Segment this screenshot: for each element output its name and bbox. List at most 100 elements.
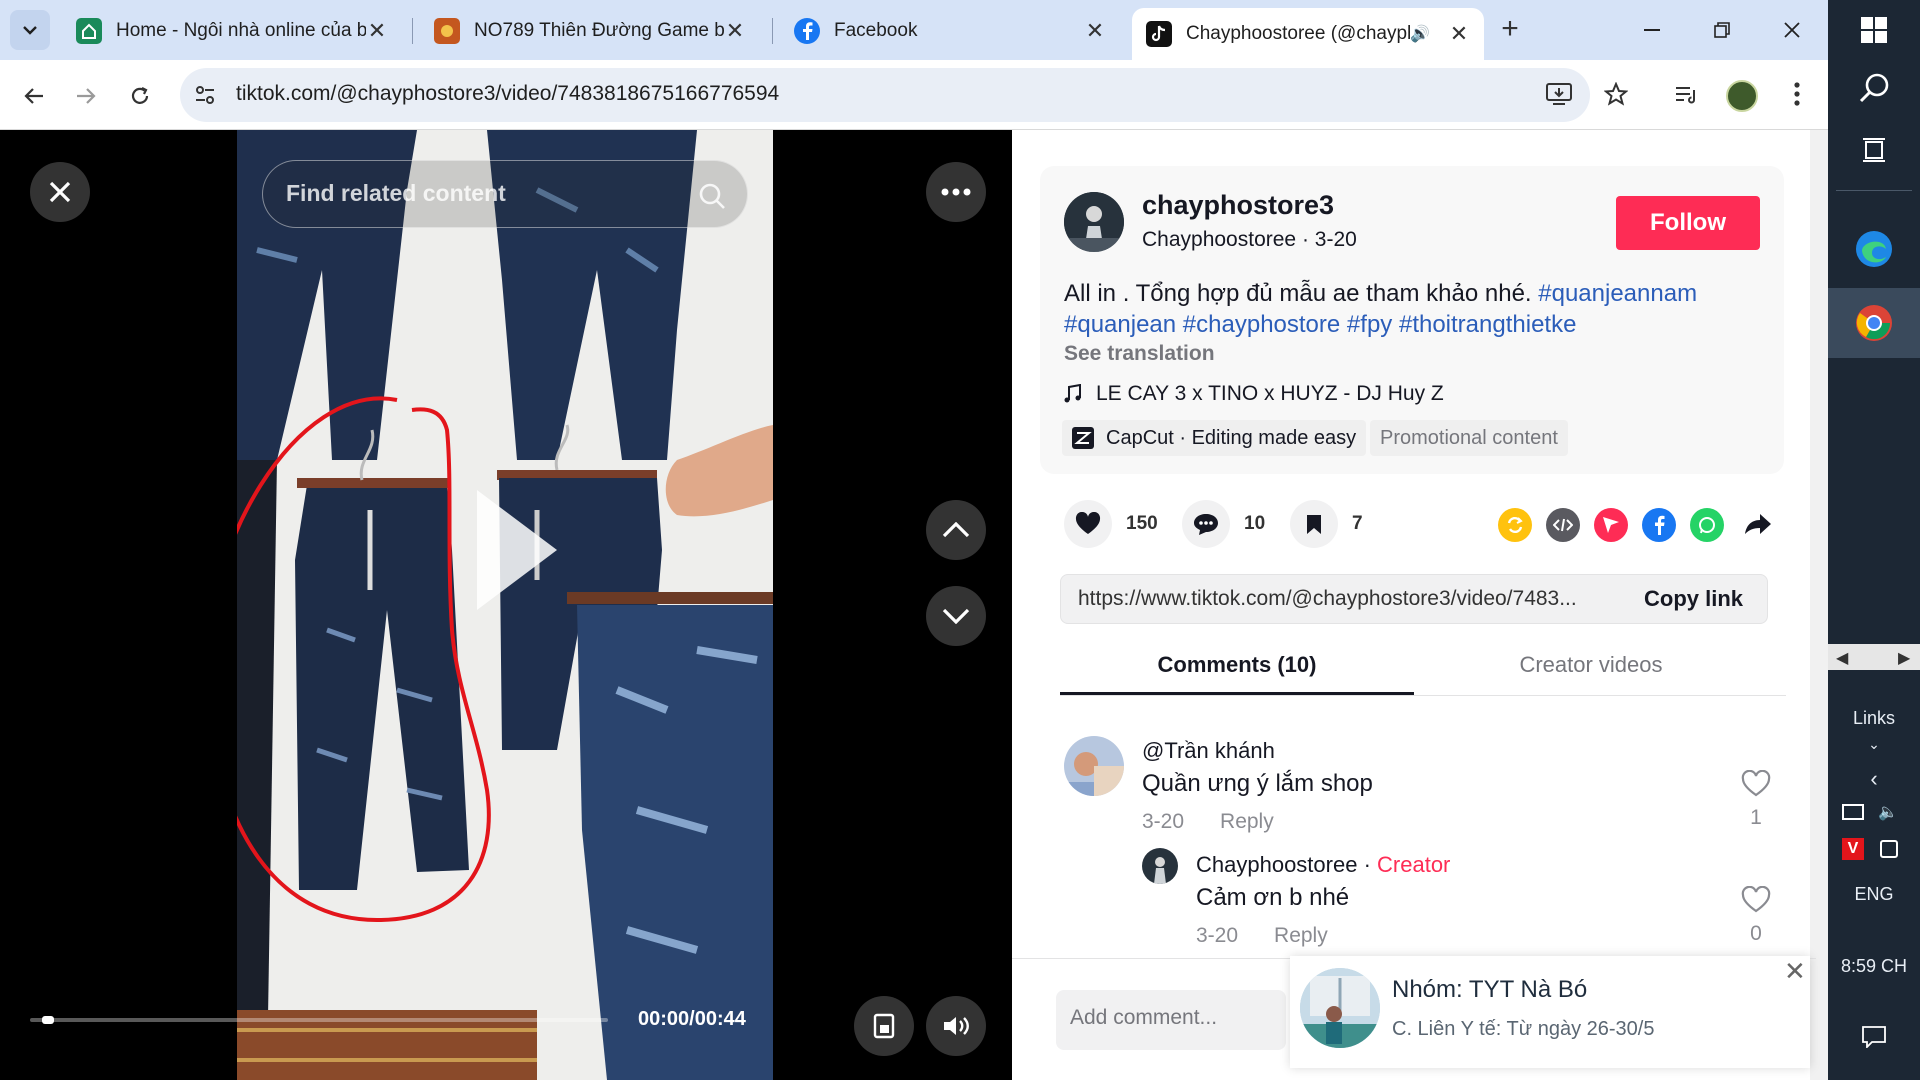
camera-tray-icon[interactable] — [1880, 840, 1898, 858]
comment-bubble-icon[interactable] — [1182, 500, 1230, 548]
comment-author[interactable]: @Trần khánh — [1142, 738, 1275, 764]
menu-kebab-icon[interactable] — [1794, 82, 1800, 106]
close-tab-icon[interactable]: ✕ — [366, 18, 388, 44]
commenter-avatar[interactable] — [1064, 736, 1124, 796]
previous-video-button[interactable] — [926, 500, 986, 560]
panel-scrollbar[interactable] — [1810, 130, 1828, 1080]
arrow-left-icon — [24, 88, 43, 104]
reload-button[interactable] — [118, 74, 162, 118]
chrome-icon[interactable] — [1828, 298, 1920, 348]
close-tab-icon[interactable]: ✕ — [1448, 21, 1470, 47]
close-tab-icon[interactable]: ✕ — [724, 18, 746, 44]
embed-code-icon[interactable] — [1546, 508, 1580, 542]
more-options-button[interactable] — [926, 162, 986, 222]
heart-outline-icon[interactable] — [1741, 886, 1771, 914]
task-view-icon[interactable] — [1828, 132, 1920, 168]
tab-search-button[interactable] — [10, 10, 50, 50]
floating-player-button[interactable] — [854, 996, 914, 1056]
close-window-button[interactable] — [1762, 8, 1822, 52]
notification-center-icon[interactable] — [1828, 1020, 1920, 1054]
see-translation-link[interactable]: See translation — [1064, 342, 1215, 366]
new-tab-button[interactable]: + — [1492, 12, 1528, 48]
notification-close-icon[interactable]: ✕ — [1784, 956, 1806, 987]
tab-creator-videos[interactable]: Creator videos — [1414, 652, 1768, 678]
next-video-button[interactable] — [926, 586, 986, 646]
video-progress-bar[interactable] — [30, 1018, 608, 1022]
like-action[interactable]: 150 — [1064, 500, 1158, 548]
facebook-share-icon[interactable] — [1642, 508, 1676, 542]
minimize-button[interactable] — [1622, 8, 1682, 52]
url-text[interactable]: tiktok.com/@chayphostore3/video/74838186… — [236, 82, 779, 106]
music-info[interactable]: LE CAY 3 x TINO x HUYZ - DJ Huy Z — [1064, 382, 1444, 406]
follow-button[interactable]: Follow — [1616, 196, 1760, 250]
windows-start-icon[interactable] — [1828, 12, 1920, 48]
reply-author-line: Chayphoostoree · Creator — [1196, 852, 1450, 878]
audio-playing-icon[interactable]: 🔊 — [1410, 24, 1430, 44]
reply-author[interactable]: Chayphoostoree — [1196, 852, 1357, 877]
tab-tiktok-active[interactable]: Chayphoostoree (@chaypho 🔊 ✕ — [1132, 8, 1484, 60]
author-username[interactable]: chayphostore3 — [1142, 190, 1334, 221]
capcut-anchor[interactable]: CapCut · Editing made easy — [1062, 420, 1367, 456]
heart-icon[interactable] — [1064, 500, 1112, 548]
related-search-placeholder: Find related content — [286, 180, 506, 206]
media-control-icon[interactable] — [1674, 84, 1698, 106]
comment-like[interactable]: 1 — [1736, 770, 1776, 830]
input-language[interactable]: ENG — [1828, 884, 1920, 905]
hashtag-link[interactable]: #thoitrangthietke — [1399, 311, 1576, 338]
send-to-friend-icon[interactable] — [1594, 508, 1628, 542]
video-frame[interactable] — [237, 130, 773, 1080]
tab-no789[interactable]: NO789 Thiên Đường Game bài ✕ — [420, 8, 760, 54]
bookmark-icon[interactable] — [1290, 500, 1338, 548]
hashtag-link[interactable]: #quanjeannam — [1538, 280, 1697, 307]
tiktok-icon — [1146, 21, 1172, 47]
links-toolbar-label[interactable]: Links — [1828, 708, 1920, 729]
add-comment-input[interactable]: Add comment... — [1056, 990, 1286, 1050]
video-progress-thumb[interactable] — [41, 1016, 54, 1024]
search-icon[interactable] — [1828, 68, 1920, 108]
volume-button[interactable] — [926, 996, 986, 1056]
reply-button[interactable]: Reply — [1220, 810, 1274, 834]
clock[interactable]: 8:59 CH — [1828, 956, 1920, 977]
hashtag-link[interactable]: #quanjean — [1064, 311, 1176, 338]
repost-icon[interactable] — [1498, 508, 1532, 542]
edge-icon[interactable] — [1828, 224, 1920, 274]
comment-action[interactable]: 10 — [1182, 500, 1265, 548]
copy-link-button[interactable]: Copy link — [1644, 586, 1743, 612]
hashtag-link[interactable]: #fpy — [1347, 311, 1392, 338]
chevron-down-icon — [23, 26, 37, 35]
site-info-icon[interactable] — [194, 84, 216, 106]
show-hidden-icons-icon[interactable]: ‹ — [1828, 766, 1920, 792]
install-app-icon[interactable] — [1546, 82, 1572, 106]
author-avatar[interactable] — [1064, 192, 1124, 252]
tab-home[interactable]: Home - Ngôi nhà online của bạ ✕ — [62, 8, 402, 54]
profile-avatar[interactable] — [1726, 80, 1758, 112]
hashtag-link[interactable]: #chayphostore — [1183, 311, 1340, 338]
tab-facebook[interactable]: Facebook ✕ — [780, 8, 1120, 54]
back-button[interactable] — [12, 74, 56, 118]
restore-icon — [1714, 22, 1730, 38]
game-site-icon — [434, 18, 460, 44]
reply-button[interactable]: Reply — [1274, 924, 1328, 948]
battery-icon[interactable] — [1842, 804, 1864, 820]
share-arrow-icon[interactable] — [1744, 512, 1772, 536]
reply-like[interactable]: 0 — [1736, 886, 1776, 946]
search-icon[interactable] — [698, 182, 726, 210]
minimize-icon — [1644, 29, 1660, 31]
close-tab-icon[interactable]: ✕ — [1084, 18, 1106, 44]
tab-comments[interactable]: Comments (10) — [1060, 652, 1414, 678]
close-video-button[interactable] — [30, 162, 90, 222]
chevron-up-icon — [942, 522, 970, 538]
scroll-left-icon[interactable]: ◀ — [1836, 648, 1848, 668]
music-title: LE CAY 3 x TINO x HUYZ - DJ Huy Z — [1096, 382, 1444, 405]
vietkey-icon[interactable]: V — [1842, 838, 1864, 860]
favorite-action[interactable]: 7 — [1290, 500, 1363, 548]
heart-outline-icon[interactable] — [1741, 770, 1771, 798]
bookmark-star-icon[interactable] — [1604, 82, 1628, 106]
creator-reply-avatar[interactable] — [1142, 848, 1178, 884]
scroll-right-icon[interactable]: ▶ — [1898, 648, 1910, 668]
forward-button[interactable] — [64, 74, 108, 118]
whatsapp-share-icon[interactable] — [1690, 508, 1724, 542]
chevron-down-icon[interactable]: ⌄ — [1828, 736, 1920, 753]
volume-tray-icon[interactable]: 🔈 — [1878, 802, 1898, 822]
restore-button[interactable] — [1692, 8, 1752, 52]
